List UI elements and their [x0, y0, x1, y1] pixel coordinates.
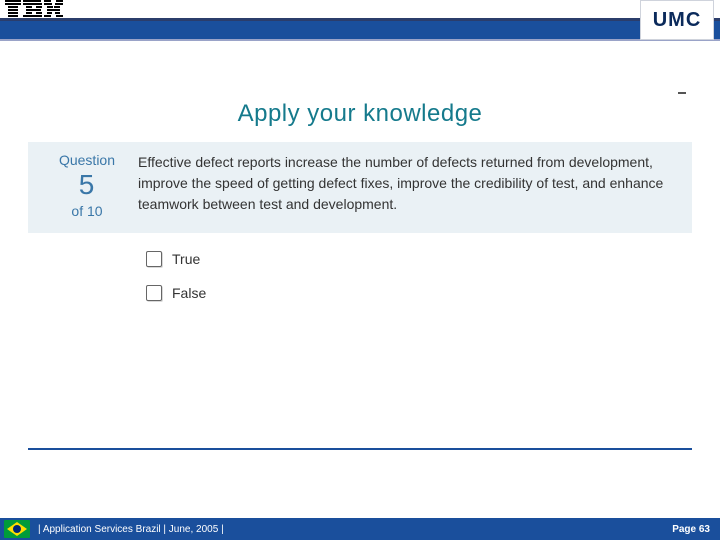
footer-left-text: | Application Services Brazil | June, 20… — [38, 524, 672, 535]
choices-group: True False — [146, 251, 692, 301]
question-number: 5 — [42, 170, 132, 201]
choice-true-label: True — [172, 251, 200, 267]
choice-true[interactable]: True — [146, 251, 692, 267]
umc-logo: UMC — [640, 0, 714, 40]
divider-line — [28, 448, 692, 450]
footer-bar: | Application Services Brazil | June, 20… — [0, 518, 720, 540]
question-label: Question — [42, 152, 132, 168]
question-text: Effective defect reports increase the nu… — [132, 152, 678, 219]
footer-page-number: Page 63 — [672, 524, 710, 535]
question-row: Question 5 of 10 Effective defect report… — [28, 142, 692, 233]
brazil-flag-icon — [4, 520, 30, 538]
content-area: Apply your knowledge Question 5 of 10 Ef… — [28, 100, 692, 319]
choice-false-label: False — [172, 285, 206, 301]
checkbox-icon[interactable] — [146, 285, 162, 301]
header-stripe-blue — [0, 21, 720, 39]
dash-mark — [678, 92, 686, 94]
header-bar: UMC — [0, 0, 720, 32]
page-title: Apply your knowledge — [28, 100, 692, 128]
header-stripe-light — [0, 39, 720, 41]
question-counter: Question 5 of 10 — [42, 152, 132, 219]
question-of: of 10 — [42, 203, 132, 219]
checkbox-icon[interactable] — [146, 251, 162, 267]
slide: UMC Apply your knowledge Question 5 of 1… — [0, 0, 720, 540]
choice-false[interactable]: False — [146, 285, 692, 301]
